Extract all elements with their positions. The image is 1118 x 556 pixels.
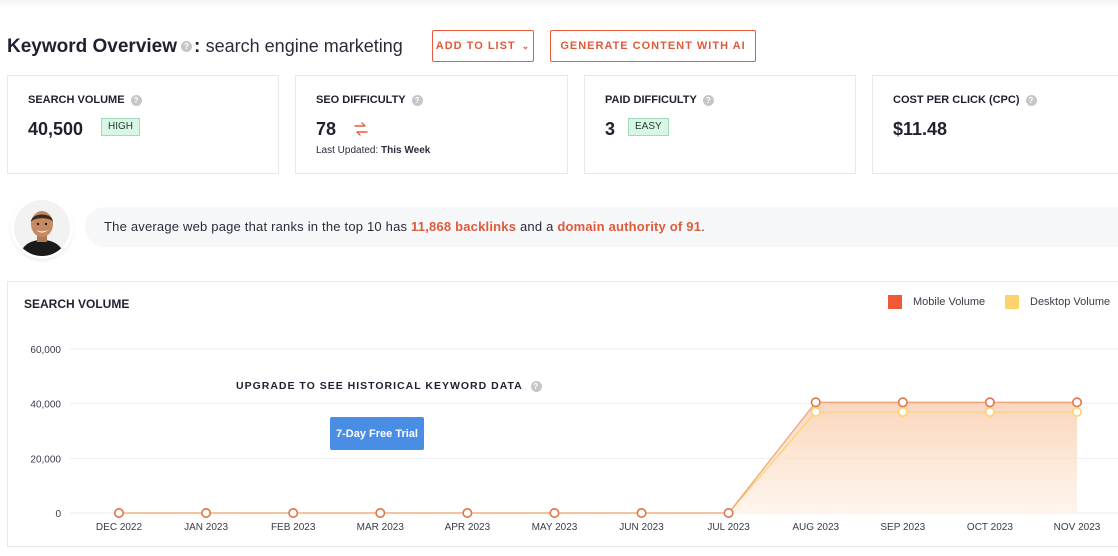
add-to-list-label: ADD TO LIST [435, 40, 516, 52]
title-separator: : [194, 36, 201, 57]
series-area [119, 411, 1077, 513]
upgrade-text: UPGRADE TO SEE HISTORICAL KEYWORD DATA [236, 380, 523, 392]
data-point[interactable] [549, 508, 560, 519]
data-point[interactable] [1072, 397, 1083, 408]
data-point[interactable] [984, 397, 995, 408]
data-point[interactable] [288, 508, 299, 519]
chevron-down-icon: ⌄ [521, 40, 531, 51]
y-tick-label: 40,000 [30, 400, 61, 411]
free-trial-button[interactable]: 7-Day Free Trial [330, 417, 424, 450]
x-tick-label: APR 2023 [445, 522, 491, 533]
data-point[interactable] [810, 406, 821, 417]
volume-badge: HIGH [101, 118, 140, 136]
y-tick-label: 0 [55, 509, 61, 520]
help-icon[interactable]: ? [702, 94, 714, 106]
insight-suffix: . [701, 219, 705, 234]
x-tick-label: JUL 2023 [707, 522, 750, 533]
legend-label-mobile: Mobile Volume [913, 296, 986, 308]
data-point[interactable] [201, 508, 212, 519]
page-title-label: Keyword Overview [7, 36, 178, 57]
seo-difficulty-value: 78 [316, 119, 337, 139]
mobile-swatch [888, 295, 902, 309]
cpc-card: COST PER CLICK (CPC)? $11.48 [872, 75, 1118, 174]
refresh-icon[interactable] [353, 122, 369, 136]
data-point[interactable] [636, 508, 647, 519]
seo-difficulty-card: SEO DIFFICULTY? 78 Last Updated: This We… [295, 75, 568, 174]
x-tick-label: JAN 2023 [184, 522, 228, 533]
paid-difficulty-label: PAID DIFFICULTY [605, 94, 697, 106]
last-updated: Last Updated: This Week [316, 145, 430, 156]
top-shadow [0, 0, 1118, 8]
last-updated-value: This Week [381, 145, 431, 156]
add-to-list-button[interactable]: ADD TO LIST ⌄ [432, 30, 534, 62]
legend-item-desktop[interactable]: Desktop Volume [1005, 294, 1110, 310]
data-point[interactable] [375, 508, 386, 519]
data-point[interactable] [1072, 406, 1083, 417]
data-point[interactable] [723, 508, 734, 519]
data-point[interactable] [810, 397, 821, 408]
last-updated-label: Last Updated: [316, 145, 379, 156]
cpc-label-row: COST PER CLICK (CPC)? [893, 94, 1037, 106]
help-icon[interactable]: ? [411, 94, 423, 106]
x-tick-label: AUG 2023 [792, 522, 839, 533]
x-tick-label: SEP 2023 [880, 522, 925, 533]
insight-text: The average web page that ranks in the t… [104, 219, 705, 234]
chart-title: SEARCH VOLUME [24, 297, 130, 311]
x-tick-label: NOV 2023 [1054, 522, 1101, 533]
x-tick-label: MAR 2023 [357, 522, 405, 533]
paid-difficulty-label-row: PAID DIFFICULTY? [605, 94, 714, 106]
x-tick-label: FEB 2023 [271, 522, 316, 533]
x-tick-label: DEC 2022 [96, 522, 143, 533]
search-volume-label: SEARCH VOLUME [28, 94, 125, 106]
data-point[interactable] [462, 508, 473, 519]
domain-authority-highlight: domain authority of 91 [557, 219, 702, 234]
data-point[interactable] [897, 397, 908, 408]
seo-difficulty-label-row: SEO DIFFICULTY? [316, 94, 423, 106]
x-tick-label: JUN 2023 [619, 522, 664, 533]
x-tick-label: MAY 2023 [532, 522, 578, 533]
generate-content-label: GENERATE CONTENT WITH AI [560, 40, 746, 52]
legend-label-desktop: Desktop Volume [1030, 296, 1111, 308]
search-volume-label-row: SEARCH VOLUME? [28, 94, 142, 106]
help-icon[interactable]: ? [130, 94, 142, 106]
keyword-term: search engine marketing [205, 36, 403, 56]
author-avatar-image [14, 200, 70, 256]
cpc-value: $11.48 [893, 119, 948, 139]
help-icon[interactable]: ? [530, 380, 542, 392]
desktop-swatch [1005, 295, 1019, 309]
search-volume-card: SEARCH VOLUME? 40,500 HIGH [7, 75, 279, 174]
help-icon[interactable]: ? [1025, 94, 1037, 106]
search-volume-chart: 0 20,000 40,000 60,000 DEC 2022 JAN 2023 FEB 2… [30, 345, 1118, 533]
free-trial-label: 7-Day Free Trial [336, 427, 418, 440]
legend-item-mobile[interactable]: Mobile Volume [888, 294, 985, 310]
data-point[interactable] [984, 406, 995, 417]
insight-prefix: The average web page that ranks in the t… [104, 219, 412, 234]
seo-difficulty-label: SEO DIFFICULTY [316, 94, 406, 106]
avatar [14, 200, 70, 256]
page-title: Keyword Overview?: search engine marketi… [7, 36, 403, 58]
y-tick-label: 60,000 [30, 345, 61, 356]
paid-difficulty-badge: EASY [628, 118, 669, 136]
help-icon[interactable]: ? [181, 41, 193, 53]
y-tick-label: 20,000 [30, 454, 61, 465]
generate-content-button[interactable]: GENERATE CONTENT WITH AI [550, 30, 756, 62]
upgrade-message: UPGRADE TO SEE HISTORICAL KEYWORD DATA? [236, 380, 542, 392]
data-point[interactable] [897, 406, 908, 417]
data-point[interactable] [114, 508, 125, 519]
cpc-label: COST PER CLICK (CPC) [893, 94, 1020, 106]
title-row: Keyword Overview?: search engine marketi… [7, 30, 807, 62]
paid-difficulty-value: 3 [605, 119, 616, 139]
x-tick-label: OCT 2023 [967, 522, 1013, 533]
search-volume-value: 40,500 [28, 119, 84, 139]
insight-middle: and a [516, 219, 558, 234]
paid-difficulty-card: PAID DIFFICULTY? 3 EASY [584, 75, 856, 174]
backlinks-highlight: 11,868 backlinks [411, 219, 517, 234]
